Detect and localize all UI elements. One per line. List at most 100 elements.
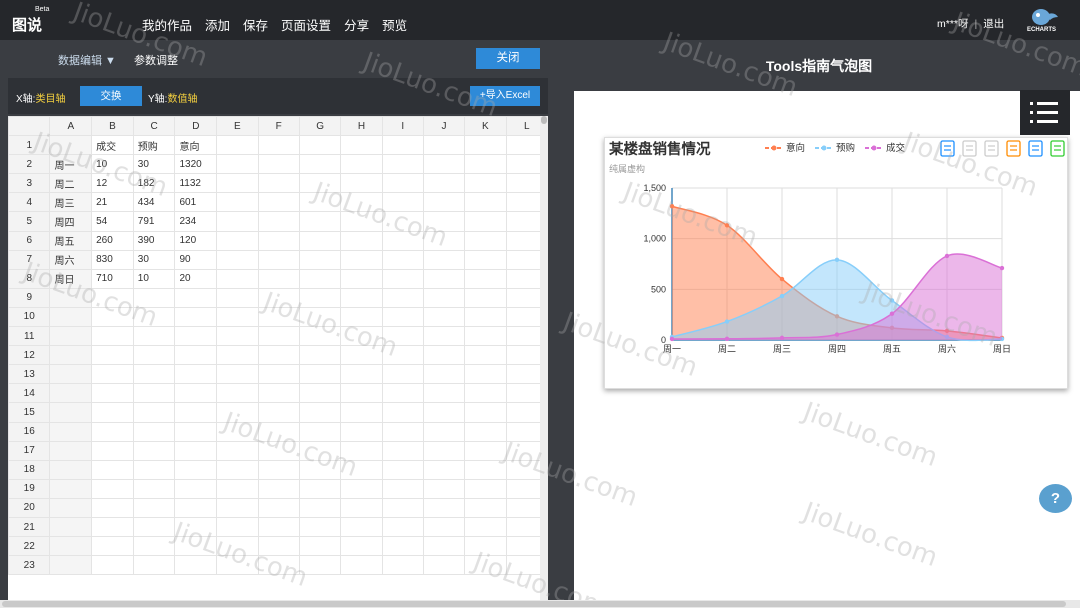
table-cell[interactable] [422, 249, 466, 270]
mark-clear-icon[interactable] [984, 140, 999, 157]
table-cell[interactable] [216, 421, 259, 442]
table-cell[interactable] [91, 287, 134, 308]
table-cell[interactable] [49, 459, 93, 480]
table-cell[interactable] [91, 555, 134, 576]
table-cell[interactable]: 260 [91, 230, 134, 251]
table-cell[interactable]: 120 [174, 230, 218, 251]
table-cell[interactable] [132, 497, 176, 518]
table-cell[interactable] [422, 555, 466, 576]
table-cell[interactable] [464, 287, 507, 308]
table-cell[interactable] [381, 497, 424, 518]
table-cell[interactable] [381, 402, 424, 423]
row-header[interactable]: 20 [8, 497, 51, 518]
table-cell[interactable] [257, 192, 300, 213]
table-cell[interactable] [257, 516, 300, 538]
table-cell[interactable] [216, 287, 259, 308]
table-cell[interactable] [91, 306, 134, 328]
table-cell[interactable] [381, 459, 424, 480]
table-cell[interactable] [298, 555, 342, 576]
row-header[interactable]: 2 [8, 154, 51, 175]
table-cell[interactable] [174, 287, 218, 308]
table-cell[interactable] [422, 402, 466, 423]
table-cell[interactable] [91, 497, 134, 518]
table-cell[interactable] [298, 306, 342, 328]
table-cell[interactable] [257, 306, 300, 328]
table-cell[interactable] [174, 555, 218, 576]
table-cell[interactable]: 434 [132, 192, 176, 213]
table-cell[interactable] [91, 345, 134, 366]
table-cell[interactable] [422, 497, 466, 518]
table-cell[interactable] [216, 440, 259, 461]
table-cell[interactable] [174, 536, 218, 557]
table-cell[interactable] [216, 459, 259, 480]
table-cell[interactable] [91, 459, 134, 480]
row-header[interactable]: 16 [8, 421, 51, 442]
table-cell[interactable] [298, 268, 342, 289]
table-cell[interactable] [216, 249, 259, 270]
table-cell[interactable] [298, 135, 342, 156]
table-cell[interactable] [381, 345, 424, 366]
nav-page-settings[interactable]: 页面设置 [281, 15, 331, 34]
page-horizontal-scrollbar[interactable] [0, 600, 1080, 608]
table-cell[interactable] [422, 154, 466, 175]
table-cell[interactable] [464, 516, 507, 538]
table-cell[interactable] [132, 364, 176, 385]
table-cell[interactable] [91, 402, 134, 423]
table-cell[interactable] [422, 440, 466, 461]
table-cell[interactable] [340, 192, 383, 213]
table-cell[interactable] [464, 536, 507, 557]
page-scroll-thumb[interactable] [2, 601, 1066, 607]
table-cell[interactable] [340, 211, 383, 232]
table-cell[interactable] [422, 287, 466, 308]
table-cell[interactable] [464, 192, 507, 213]
table-cell[interactable] [216, 497, 259, 518]
table-cell[interactable] [422, 345, 466, 366]
table-cell[interactable]: 周四 [49, 211, 93, 232]
table-cell[interactable] [422, 306, 466, 328]
row-header[interactable]: 21 [8, 516, 51, 538]
table-cell[interactable]: 周三 [49, 192, 93, 213]
chart-card[interactable]: 某楼盘销售情况 纯属虚构 0 500 1,000 1,500 周一 周二 周三 周四 周五 周六周… [604, 137, 1068, 389]
nav-save[interactable]: 保存 [243, 15, 268, 34]
table-cell[interactable] [257, 478, 300, 499]
table-cell[interactable] [422, 268, 466, 289]
tab-data-edit[interactable]: 数据编辑 ▼ [58, 52, 116, 68]
row-header[interactable]: 10 [8, 306, 51, 328]
row-header[interactable]: 22 [8, 536, 51, 557]
table-cell[interactable]: 预购 [132, 135, 176, 156]
table-cell[interactable] [340, 173, 383, 194]
table-cell[interactable] [340, 402, 383, 423]
table-cell[interactable] [464, 306, 507, 328]
table-cell[interactable]: 20 [174, 268, 218, 289]
table-cell[interactable] [298, 421, 342, 442]
table-cell[interactable]: 1320 [174, 154, 218, 175]
table-cell[interactable]: 54 [91, 211, 134, 232]
table-cell[interactable] [257, 287, 300, 308]
table-cell[interactable] [340, 306, 383, 328]
data-view-icon[interactable] [1006, 140, 1021, 157]
table-cell[interactable] [132, 536, 176, 557]
table-cell[interactable]: 791 [132, 211, 176, 232]
table-cell[interactable] [340, 536, 383, 557]
table-cell[interactable] [340, 154, 383, 175]
table-cell[interactable] [298, 402, 342, 423]
table-cell[interactable] [257, 459, 300, 480]
legend-label[interactable]: 意向 [786, 142, 805, 154]
table-cell[interactable] [91, 326, 134, 347]
row-header[interactable]: 8 [8, 268, 51, 289]
column-header[interactable]: H [340, 116, 383, 137]
table-cell[interactable] [464, 555, 507, 576]
table-cell[interactable]: 周日 [49, 268, 93, 289]
table-cell[interactable] [216, 173, 259, 194]
table-cell[interactable] [257, 345, 300, 366]
table-cell[interactable]: 182 [132, 173, 176, 194]
table-cell[interactable] [381, 326, 424, 347]
table-cell[interactable] [216, 154, 259, 175]
table-cell[interactable] [132, 345, 176, 366]
table-cell[interactable] [464, 402, 507, 423]
column-header[interactable]: K [464, 116, 507, 137]
table-cell[interactable] [49, 364, 93, 385]
row-header[interactable]: 5 [8, 211, 51, 232]
table-cell[interactable] [298, 173, 342, 194]
table-cell[interactable] [216, 383, 259, 404]
